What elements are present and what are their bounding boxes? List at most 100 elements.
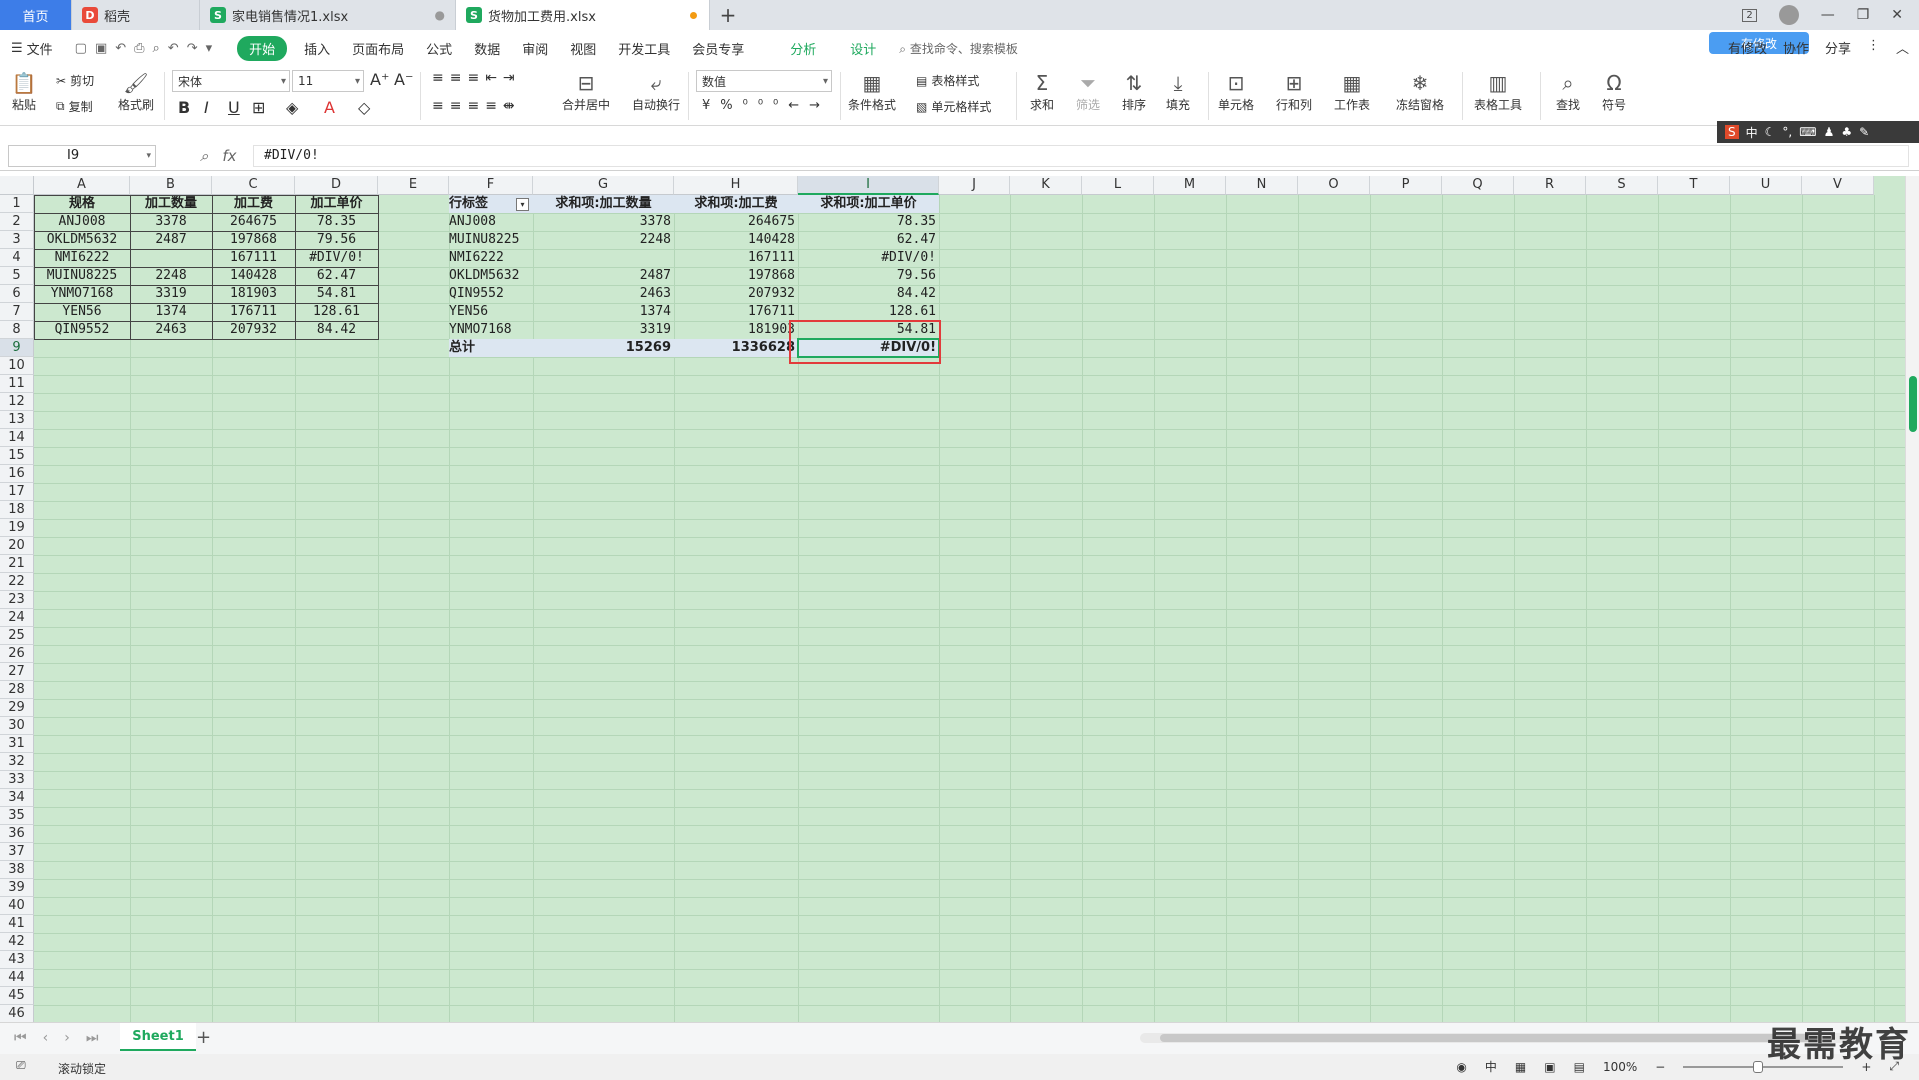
row-header[interactable]: 28 <box>0 681 34 699</box>
sogou-icon[interactable]: S <box>1725 125 1739 139</box>
modified-status[interactable]: 有修改 <box>1728 38 1767 57</box>
pivot-cell[interactable]: 176711 <box>674 303 798 321</box>
pivot-cell[interactable]: 207932 <box>674 285 798 303</box>
source-cell[interactable]: YNMO7168 <box>34 285 130 303</box>
moon-icon[interactable]: ☾ <box>1765 125 1776 139</box>
source-cell[interactable] <box>130 249 212 267</box>
source-cell[interactable]: 207932 <box>212 321 295 339</box>
restore-icon[interactable]: ❐ <box>1857 7 1870 23</box>
row-header[interactable]: 37 <box>0 843 34 861</box>
source-cell[interactable]: QIN9552 <box>34 321 130 339</box>
skin-icon[interactable]: ♣ <box>1841 125 1852 139</box>
next-sheet-icon[interactable]: › <box>64 1030 70 1046</box>
collapse-ribbon-icon[interactable]: ︿ <box>1896 38 1909 57</box>
column-header-o[interactable]: O <box>1298 176 1370 195</box>
command-search[interactable]: ⌕ 查找命令、搜索模板 <box>899 40 1018 57</box>
row-header[interactable]: 19 <box>0 519 34 537</box>
select-all-corner[interactable] <box>0 176 34 195</box>
vertical-scroll-thumb[interactable] <box>1909 376 1917 432</box>
row-header[interactable]: 13 <box>0 411 34 429</box>
menu-analyze[interactable]: 分析 <box>779 39 827 58</box>
keyboard-icon[interactable]: ⌨ <box>1799 125 1816 139</box>
fill-color-icon[interactable]: ◈ <box>286 98 298 117</box>
menu-file[interactable]: 文件 <box>25 39 64 58</box>
column-header-p[interactable]: P <box>1370 176 1442 195</box>
pivot-cell[interactable]: 2487 <box>533 267 674 285</box>
ime-language[interactable]: 中 <box>1746 124 1758 141</box>
conditional-format-button[interactable]: ▦ 条件格式 <box>848 70 896 113</box>
tab-home[interactable]: 首页 <box>0 0 72 30</box>
prev-sheet-icon[interactable]: ‹ <box>43 1030 49 1046</box>
pivot-total-cell[interactable]: 1336628 <box>674 339 798 357</box>
tab-docer[interactable]: D 稻壳 <box>72 0 200 30</box>
spreadsheet-grid[interactable]: ABCDEFGHIJKLMNOPQRSTUV 1 2 3 4 5 6 7 8 9 10 11 12 13… <box>0 176 1905 1022</box>
menu-view[interactable]: 视图 <box>559 39 607 58</box>
row-header[interactable]: 9 <box>0 339 34 357</box>
horizontal-scrollbar[interactable] <box>1140 1033 1860 1043</box>
source-cell[interactable]: 3378 <box>130 213 212 231</box>
worksheet-button[interactable]: ▦ 工作表 <box>1334 70 1370 113</box>
pivot-cell[interactable]: MUINU8225 <box>449 231 533 249</box>
row-header[interactable]: 2 <box>0 213 34 231</box>
symbol-button[interactable]: Ω 符号 <box>1600 70 1628 113</box>
page-break-view-icon[interactable]: ▤ <box>1574 1060 1585 1074</box>
more-icon[interactable]: ⋮ <box>1867 38 1880 57</box>
zoom-level[interactable]: 100% <box>1603 1060 1637 1074</box>
row-column-button[interactable]: ⊞ 行和列 <box>1276 70 1312 113</box>
row-header[interactable]: 34 <box>0 789 34 807</box>
pivot-header-cell[interactable]: 求和项:加工数量 <box>533 195 674 213</box>
share-button[interactable]: 分享 <box>1825 38 1851 57</box>
row-header[interactable]: 15 <box>0 447 34 465</box>
first-sheet-icon[interactable]: ⏮ <box>14 1030 27 1046</box>
row-header[interactable]: 26 <box>0 645 34 663</box>
horizontal-align-icons[interactable]: ≡≡≡≡⇼ <box>432 98 521 114</box>
last-sheet-icon[interactable]: ⏭ <box>86 1030 99 1046</box>
pivot-cell[interactable]: 167111 <box>674 249 798 267</box>
source-cell[interactable]: 2487 <box>130 231 212 249</box>
close-window-icon[interactable]: ✕ <box>1891 7 1903 23</box>
row-header[interactable]: 43 <box>0 951 34 969</box>
sort-button[interactable]: ⇅ 排序 <box>1120 70 1148 113</box>
pivot-cell[interactable]: YNMO7168 <box>449 321 533 339</box>
menu-review[interactable]: 审阅 <box>511 39 559 58</box>
page-layout-view-icon[interactable]: ▣ <box>1544 1060 1555 1074</box>
source-header-cell[interactable]: 规格 <box>34 195 130 213</box>
row-header[interactable]: 27 <box>0 663 34 681</box>
pivot-cell[interactable]: NMI6222 <box>449 249 533 267</box>
close-icon[interactable]: ● <box>435 8 445 22</box>
vertical-align-icons[interactable]: ≡≡≡⇤⇥ <box>432 70 521 86</box>
wrap-text-button[interactable]: ⤶ 自动换行 <box>632 70 680 113</box>
cut-button[interactable]: ✂ 剪切 <box>56 72 94 89</box>
table-style-button[interactable]: ▤ 表格样式 <box>916 72 979 89</box>
number-format-icons[interactable]: ¥%⁰⁰⁰←→ <box>702 98 830 113</box>
row-header[interactable]: 33 <box>0 771 34 789</box>
source-cell[interactable]: 128.61 <box>295 303 378 321</box>
find-button[interactable]: ⌕ 查找 <box>1554 70 1582 113</box>
source-cell[interactable]: 140428 <box>212 267 295 285</box>
tab-file-processing[interactable]: S 货物加工费用.xlsx <box>456 0 710 30</box>
cell-button[interactable]: ⊡ 单元格 <box>1218 70 1254 113</box>
tools-icon[interactable]: ✎ <box>1859 125 1869 139</box>
fill-button[interactable]: ⤓ 填充 <box>1164 70 1192 113</box>
pivot-cell[interactable]: QIN9552 <box>449 285 533 303</box>
freeze-panes-button[interactable]: ❄ 冻结窗格 <box>1396 70 1444 113</box>
collaborate-button[interactable]: 协作 <box>1783 38 1809 57</box>
column-header-k[interactable]: K <box>1010 176 1082 195</box>
zoom-formula-icon[interactable]: ⌕ <box>200 147 208 165</box>
menu-insert[interactable]: 插入 <box>293 39 341 58</box>
menu-page-layout[interactable]: 页面布局 <box>341 39 415 58</box>
column-header-g[interactable]: G <box>533 176 674 195</box>
pivot-cell[interactable]: 1374 <box>533 303 674 321</box>
row-header[interactable]: 20 <box>0 537 34 555</box>
eye-protection-icon[interactable]: ◉ <box>1456 1060 1466 1074</box>
column-header-v[interactable]: V <box>1802 176 1874 195</box>
pivot-cell[interactable]: 3319 <box>533 321 674 339</box>
column-header-t[interactable]: T <box>1658 176 1730 195</box>
row-header[interactable]: 21 <box>0 555 34 573</box>
user-icon[interactable]: ♟ <box>1824 125 1835 139</box>
source-cell[interactable]: MUINU8225 <box>34 267 130 285</box>
row-header[interactable]: 39 <box>0 879 34 897</box>
pivot-cell[interactable]: ANJ008 <box>449 213 533 231</box>
row-header[interactable]: 8 <box>0 321 34 339</box>
pivot-cell[interactable]: 62.47 <box>798 231 939 249</box>
